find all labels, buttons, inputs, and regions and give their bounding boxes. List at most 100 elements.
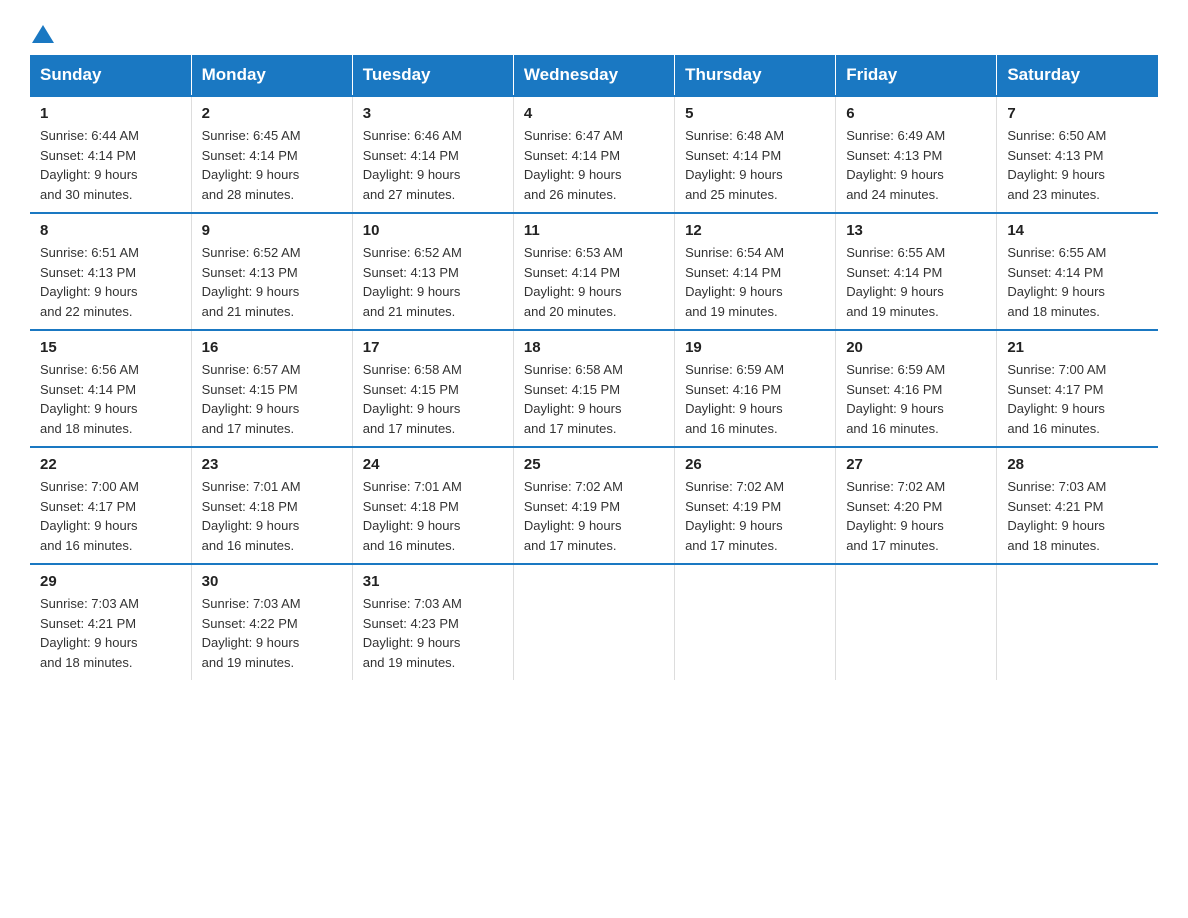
day-number: 7 (1007, 105, 1148, 122)
day-number: 15 (40, 339, 181, 356)
calendar-cell: 29 Sunrise: 7:03 AMSunset: 4:21 PMDaylig… (30, 564, 191, 680)
calendar-header-row: SundayMondayTuesdayWednesdayThursdayFrid… (30, 55, 1158, 96)
day-info: Sunrise: 6:55 AMSunset: 4:14 PMDaylight:… (1007, 243, 1148, 321)
calendar-cell: 30 Sunrise: 7:03 AMSunset: 4:22 PMDaylig… (191, 564, 352, 680)
day-number: 17 (363, 339, 503, 356)
calendar-table: SundayMondayTuesdayWednesdayThursdayFrid… (30, 55, 1158, 680)
page-header (30, 20, 1158, 45)
day-info: Sunrise: 7:03 AMSunset: 4:21 PMDaylight:… (1007, 477, 1148, 555)
calendar-cell: 21 Sunrise: 7:00 AMSunset: 4:17 PMDaylig… (997, 330, 1158, 447)
header-sunday: Sunday (30, 55, 191, 96)
day-number: 27 (846, 456, 986, 473)
day-info: Sunrise: 6:44 AMSunset: 4:14 PMDaylight:… (40, 126, 181, 204)
calendar-cell: 17 Sunrise: 6:58 AMSunset: 4:15 PMDaylig… (352, 330, 513, 447)
calendar-cell: 2 Sunrise: 6:45 AMSunset: 4:14 PMDayligh… (191, 96, 352, 213)
day-info: Sunrise: 6:53 AMSunset: 4:14 PMDaylight:… (524, 243, 664, 321)
calendar-cell: 26 Sunrise: 7:02 AMSunset: 4:19 PMDaylig… (675, 447, 836, 564)
calendar-cell: 4 Sunrise: 6:47 AMSunset: 4:14 PMDayligh… (513, 96, 674, 213)
calendar-week-5: 29 Sunrise: 7:03 AMSunset: 4:21 PMDaylig… (30, 564, 1158, 680)
calendar-cell: 20 Sunrise: 6:59 AMSunset: 4:16 PMDaylig… (836, 330, 997, 447)
day-info: Sunrise: 7:01 AMSunset: 4:18 PMDaylight:… (363, 477, 503, 555)
day-info: Sunrise: 6:58 AMSunset: 4:15 PMDaylight:… (524, 360, 664, 438)
calendar-cell (675, 564, 836, 680)
calendar-cell: 31 Sunrise: 7:03 AMSunset: 4:23 PMDaylig… (352, 564, 513, 680)
day-info: Sunrise: 6:45 AMSunset: 4:14 PMDaylight:… (202, 126, 342, 204)
header-thursday: Thursday (675, 55, 836, 96)
calendar-cell: 16 Sunrise: 6:57 AMSunset: 4:15 PMDaylig… (191, 330, 352, 447)
day-info: Sunrise: 7:02 AMSunset: 4:20 PMDaylight:… (846, 477, 986, 555)
header-wednesday: Wednesday (513, 55, 674, 96)
day-info: Sunrise: 6:48 AMSunset: 4:14 PMDaylight:… (685, 126, 825, 204)
day-number: 14 (1007, 222, 1148, 239)
logo (30, 20, 54, 45)
day-info: Sunrise: 6:49 AMSunset: 4:13 PMDaylight:… (846, 126, 986, 204)
calendar-cell: 8 Sunrise: 6:51 AMSunset: 4:13 PMDayligh… (30, 213, 191, 330)
day-number: 28 (1007, 456, 1148, 473)
day-number: 25 (524, 456, 664, 473)
day-info: Sunrise: 6:54 AMSunset: 4:14 PMDaylight:… (685, 243, 825, 321)
calendar-cell: 23 Sunrise: 7:01 AMSunset: 4:18 PMDaylig… (191, 447, 352, 564)
calendar-cell: 9 Sunrise: 6:52 AMSunset: 4:13 PMDayligh… (191, 213, 352, 330)
day-number: 30 (202, 573, 342, 590)
logo-triangle-icon (32, 23, 54, 45)
day-info: Sunrise: 6:55 AMSunset: 4:14 PMDaylight:… (846, 243, 986, 321)
day-number: 13 (846, 222, 986, 239)
day-number: 19 (685, 339, 825, 356)
calendar-cell: 12 Sunrise: 6:54 AMSunset: 4:14 PMDaylig… (675, 213, 836, 330)
day-number: 29 (40, 573, 181, 590)
day-number: 9 (202, 222, 342, 239)
day-number: 22 (40, 456, 181, 473)
calendar-week-4: 22 Sunrise: 7:00 AMSunset: 4:17 PMDaylig… (30, 447, 1158, 564)
day-info: Sunrise: 6:58 AMSunset: 4:15 PMDaylight:… (363, 360, 503, 438)
calendar-cell: 13 Sunrise: 6:55 AMSunset: 4:14 PMDaylig… (836, 213, 997, 330)
header-saturday: Saturday (997, 55, 1158, 96)
calendar-cell: 7 Sunrise: 6:50 AMSunset: 4:13 PMDayligh… (997, 96, 1158, 213)
header-friday: Friday (836, 55, 997, 96)
day-info: Sunrise: 7:03 AMSunset: 4:23 PMDaylight:… (363, 594, 503, 672)
day-number: 1 (40, 105, 181, 122)
calendar-cell: 22 Sunrise: 7:00 AMSunset: 4:17 PMDaylig… (30, 447, 191, 564)
day-info: Sunrise: 7:00 AMSunset: 4:17 PMDaylight:… (1007, 360, 1148, 438)
day-info: Sunrise: 7:00 AMSunset: 4:17 PMDaylight:… (40, 477, 181, 555)
day-number: 26 (685, 456, 825, 473)
day-info: Sunrise: 7:01 AMSunset: 4:18 PMDaylight:… (202, 477, 342, 555)
calendar-cell: 11 Sunrise: 6:53 AMSunset: 4:14 PMDaylig… (513, 213, 674, 330)
calendar-cell: 3 Sunrise: 6:46 AMSunset: 4:14 PMDayligh… (352, 96, 513, 213)
calendar-cell: 1 Sunrise: 6:44 AMSunset: 4:14 PMDayligh… (30, 96, 191, 213)
header-monday: Monday (191, 55, 352, 96)
day-info: Sunrise: 6:52 AMSunset: 4:13 PMDaylight:… (363, 243, 503, 321)
calendar-cell: 28 Sunrise: 7:03 AMSunset: 4:21 PMDaylig… (997, 447, 1158, 564)
calendar-cell: 15 Sunrise: 6:56 AMSunset: 4:14 PMDaylig… (30, 330, 191, 447)
day-number: 3 (363, 105, 503, 122)
day-info: Sunrise: 7:03 AMSunset: 4:21 PMDaylight:… (40, 594, 181, 672)
calendar-cell: 24 Sunrise: 7:01 AMSunset: 4:18 PMDaylig… (352, 447, 513, 564)
day-info: Sunrise: 7:03 AMSunset: 4:22 PMDaylight:… (202, 594, 342, 672)
day-number: 5 (685, 105, 825, 122)
day-number: 20 (846, 339, 986, 356)
calendar-cell (836, 564, 997, 680)
day-info: Sunrise: 6:51 AMSunset: 4:13 PMDaylight:… (40, 243, 181, 321)
calendar-cell: 25 Sunrise: 7:02 AMSunset: 4:19 PMDaylig… (513, 447, 674, 564)
day-number: 2 (202, 105, 342, 122)
calendar-cell: 19 Sunrise: 6:59 AMSunset: 4:16 PMDaylig… (675, 330, 836, 447)
day-number: 8 (40, 222, 181, 239)
day-number: 12 (685, 222, 825, 239)
calendar-week-3: 15 Sunrise: 6:56 AMSunset: 4:14 PMDaylig… (30, 330, 1158, 447)
day-number: 23 (202, 456, 342, 473)
calendar-cell (997, 564, 1158, 680)
day-number: 16 (202, 339, 342, 356)
calendar-cell: 18 Sunrise: 6:58 AMSunset: 4:15 PMDaylig… (513, 330, 674, 447)
day-info: Sunrise: 6:59 AMSunset: 4:16 PMDaylight:… (685, 360, 825, 438)
day-number: 10 (363, 222, 503, 239)
day-info: Sunrise: 6:57 AMSunset: 4:15 PMDaylight:… (202, 360, 342, 438)
calendar-cell: 10 Sunrise: 6:52 AMSunset: 4:13 PMDaylig… (352, 213, 513, 330)
day-info: Sunrise: 6:46 AMSunset: 4:14 PMDaylight:… (363, 126, 503, 204)
day-info: Sunrise: 6:50 AMSunset: 4:13 PMDaylight:… (1007, 126, 1148, 204)
day-number: 4 (524, 105, 664, 122)
calendar-week-2: 8 Sunrise: 6:51 AMSunset: 4:13 PMDayligh… (30, 213, 1158, 330)
day-info: Sunrise: 6:52 AMSunset: 4:13 PMDaylight:… (202, 243, 342, 321)
day-info: Sunrise: 6:47 AMSunset: 4:14 PMDaylight:… (524, 126, 664, 204)
day-number: 21 (1007, 339, 1148, 356)
calendar-cell: 27 Sunrise: 7:02 AMSunset: 4:20 PMDaylig… (836, 447, 997, 564)
calendar-cell: 6 Sunrise: 6:49 AMSunset: 4:13 PMDayligh… (836, 96, 997, 213)
